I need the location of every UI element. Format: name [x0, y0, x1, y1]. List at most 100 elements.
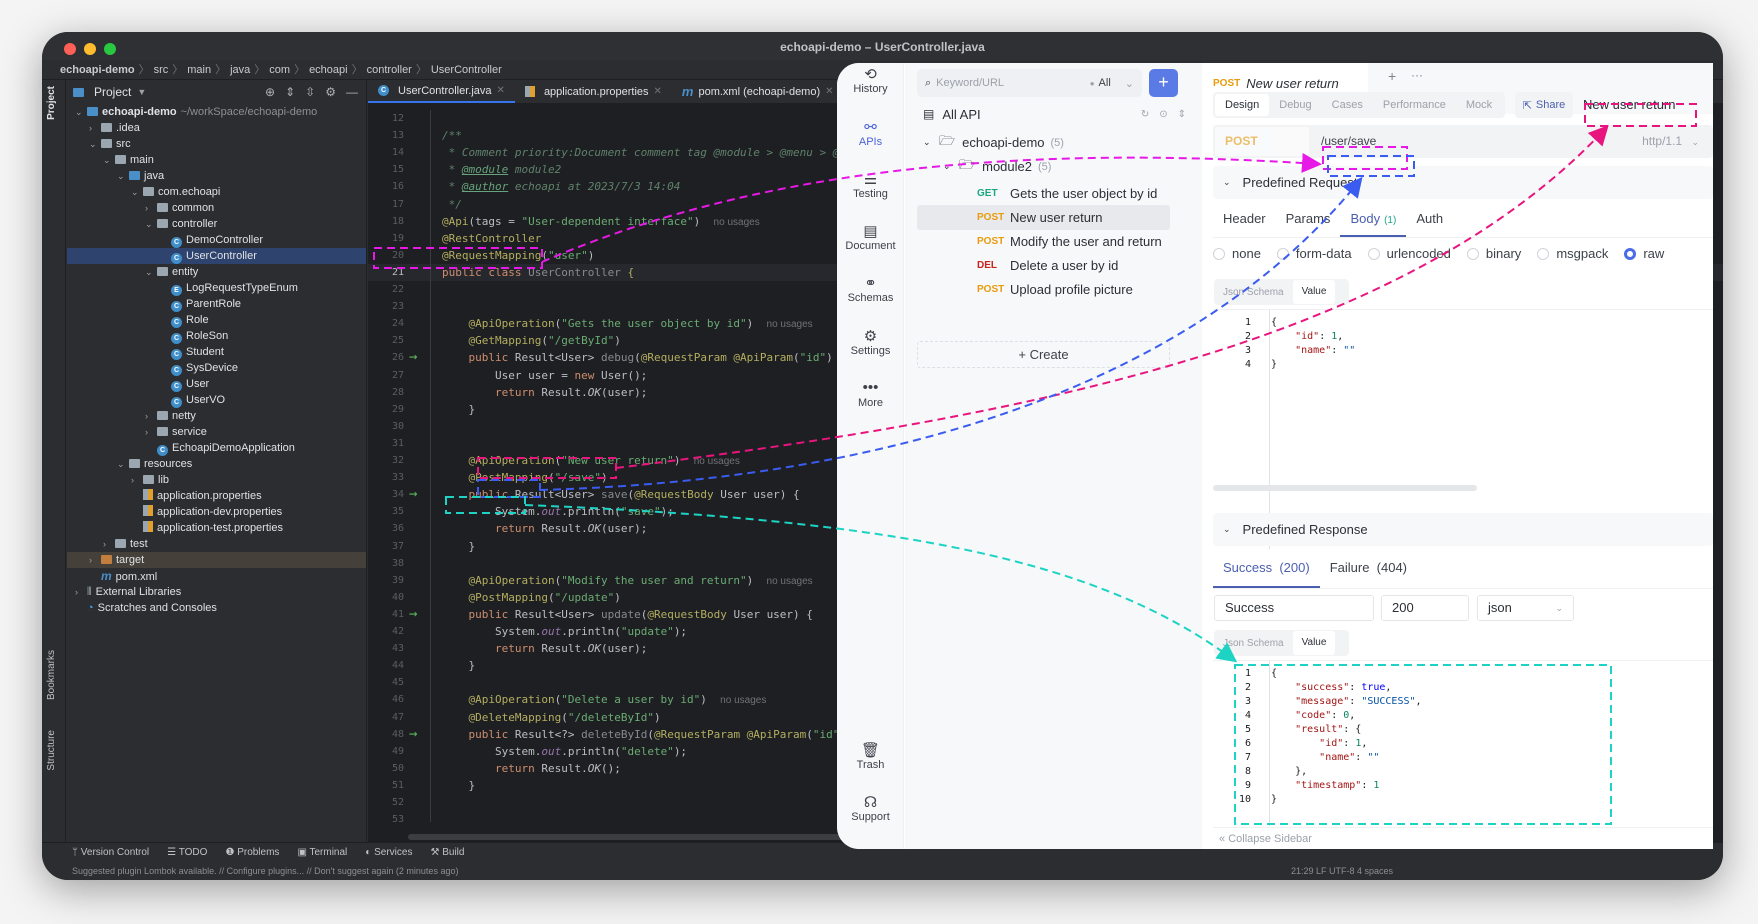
chevron-down-icon[interactable]: ▼ [137, 87, 146, 97]
project-tree-item[interactable]: C Student [67, 344, 366, 360]
chevron-down-icon[interactable]: ⌄ [131, 184, 143, 200]
project-tree-item[interactable]: ◔ Scratches and Consoles [67, 600, 366, 616]
minimize-window-button[interactable] [84, 43, 96, 55]
rail-item-trash[interactable]: 🗑 Trash [837, 741, 904, 771]
chevron-down-icon[interactable]: ⌄ [117, 168, 129, 184]
rail-item-support[interactable]: ☊ Support [837, 793, 904, 823]
project-tree-item[interactable]: C Role [67, 312, 366, 328]
filter-select[interactable]: ● All ⌄ [1090, 77, 1142, 90]
project-tree-item[interactable]: ⌄ echoapi-demo ~/workSpace/echoapi-demo [67, 104, 366, 120]
value-toggle[interactable]: Value [1292, 631, 1336, 655]
locate-icon[interactable]: ⊕ [265, 85, 275, 99]
run-gutter-arrow-icon[interactable]: → [409, 486, 417, 503]
search-input[interactable]: ⌕ Keyword/URL ● All ⌄ [917, 69, 1142, 97]
body-type-binary[interactable]: binary [1466, 246, 1521, 261]
rail-item-more[interactable]: ••• More [837, 379, 904, 409]
request-tab-auth[interactable]: Auth [1406, 204, 1453, 237]
project-tree-item[interactable]: C SysDevice [67, 360, 366, 376]
tool-window-button[interactable]: ᛘ Version Control [72, 847, 149, 858]
collapse-all-icon[interactable]: ⇳ [305, 85, 315, 99]
response-format-select[interactable]: json ⌄ [1477, 595, 1574, 621]
radio-button[interactable] [1276, 247, 1289, 260]
project-tree-item[interactable]: ⌄ main [67, 152, 366, 168]
chevron-down-icon[interactable]: ⌄ [75, 104, 87, 120]
body-type-msgpack[interactable]: msgpack [1537, 246, 1608, 261]
close-tab-icon[interactable]: ✕ [654, 86, 662, 97]
close-tab-icon[interactable]: ✕ [497, 85, 505, 96]
breadcrumb-item[interactable]: controller [367, 64, 412, 76]
json-schema-toggle[interactable]: Json Schema [1214, 638, 1293, 649]
sort-icon[interactable]: ⇕ [1178, 109, 1186, 120]
mode-tab-performance[interactable]: Performance [1373, 94, 1456, 116]
project-tree-item[interactable]: application-test.properties [67, 520, 366, 536]
project-tree-item[interactable]: ⌄ com.echoapi [67, 184, 366, 200]
request-editor-scrollbar[interactable] [1213, 485, 1477, 491]
rail-item-history[interactable]: ⟲ History [837, 65, 904, 95]
body-type-raw[interactable]: raw [1624, 246, 1664, 261]
project-tree-item[interactable]: › .idea [67, 120, 366, 136]
radio-button[interactable] [1466, 247, 1479, 260]
api-list-item[interactable]: POST Upload profile picture [917, 277, 1170, 302]
bookmarks-tool-button[interactable]: Bookmarks [46, 650, 57, 700]
radio-button[interactable] [1537, 247, 1550, 260]
chevron-right-icon[interactable]: › [89, 552, 101, 568]
request-tab-body[interactable]: Body (1) [1340, 204, 1407, 237]
project-tree-item[interactable]: C UserVO [67, 392, 366, 408]
project-tree-item[interactable]: C User [67, 376, 366, 392]
status-message[interactable]: Suggested plugin Lombok available. // Co… [72, 866, 458, 876]
refresh-icon[interactable]: ↻ [1141, 109, 1149, 120]
api-list-item[interactable]: POST New user return [917, 205, 1170, 230]
chevron-right-icon[interactable]: › [103, 536, 115, 552]
all-api-header[interactable]: ▤ All API ↻ ⊙ ⇕ [923, 103, 1192, 125]
project-tree-item[interactable]: E LogRequestTypeEnum [67, 280, 366, 296]
response-status-input[interactable]: 200 [1381, 595, 1469, 621]
project-tree-item[interactable]: ⌄ controller [67, 216, 366, 232]
expand-all-icon[interactable]: ⇕ [285, 85, 295, 99]
chevron-right-icon[interactable]: › [145, 424, 157, 440]
project-tree-item[interactable]: C UserController [67, 248, 366, 264]
project-tree-item[interactable]: ⌄ java [67, 168, 366, 184]
project-tool-button[interactable]: Project [46, 86, 57, 120]
share-button[interactable]: ⇱ Share [1515, 92, 1573, 118]
body-type-form-data[interactable]: form-data [1276, 246, 1352, 261]
locate-icon[interactable]: ⊙ [1159, 109, 1167, 120]
structure-tool-button[interactable]: Structure [46, 730, 57, 771]
project-tree-item[interactable]: C DemoController [67, 232, 366, 248]
maximize-window-button[interactable] [104, 43, 116, 55]
predefined-request-header[interactable]: ⌄ Predefined Request [1213, 166, 1713, 199]
api-list-item[interactable]: GET Gets the user object by id [917, 181, 1170, 206]
breadcrumb-item[interactable]: echoapi [309, 64, 348, 76]
protocol-select[interactable]: http/1.1 ⌄ [1642, 125, 1699, 159]
project-tree-item[interactable]: C ParentRole [67, 296, 366, 312]
add-api-button[interactable]: + [1149, 69, 1178, 97]
api-list-item[interactable]: DEL Delete a user by id [917, 253, 1170, 278]
mode-tab-cases[interactable]: Cases [1322, 94, 1373, 116]
more-tabs-button[interactable]: ··· [1411, 68, 1423, 82]
predefined-response-header[interactable]: ⌄ Predefined Response [1213, 513, 1713, 546]
tool-window-button[interactable]: ☰ TODO [167, 847, 207, 858]
response-tab[interactable]: Failure (404) [1320, 551, 1417, 588]
project-tree-item[interactable]: application-dev.properties [67, 504, 366, 520]
project-tree-item[interactable]: › target [67, 552, 366, 568]
body-type-urlencoded[interactable]: urlencoded [1367, 246, 1451, 261]
run-gutter-arrow-icon[interactable]: → [409, 606, 417, 623]
response-name-input[interactable]: Success [1214, 595, 1374, 621]
project-tree-item[interactable]: › netty [67, 408, 366, 424]
request-tab-header[interactable]: Header [1213, 204, 1276, 237]
tool-window-button[interactable]: ▣ Terminal [297, 847, 347, 858]
breadcrumb-item[interactable]: main [187, 64, 211, 76]
method-select[interactable]: POST [1215, 127, 1309, 156]
project-tree-item[interactable]: ⌄ src [67, 136, 366, 152]
project-tree-item[interactable]: › lib [67, 472, 366, 488]
chevron-down-icon[interactable]: ⌄ [145, 264, 157, 280]
chevron-down-icon[interactable]: ⌄ [145, 216, 157, 232]
project-tree-item[interactable]: › ⫴ External Libraries [67, 584, 366, 600]
project-tree-item[interactable]: application.properties [67, 488, 366, 504]
mode-tab-debug[interactable]: Debug [1269, 94, 1321, 116]
request-tab-params[interactable]: Params [1276, 204, 1341, 237]
new-tab-button[interactable]: + [1388, 68, 1396, 84]
radio-button[interactable] [1624, 247, 1637, 260]
close-window-button[interactable] [64, 43, 76, 55]
rail-item-testing[interactable]: ⚌ Testing [837, 170, 904, 200]
chevron-down-icon[interactable]: ⌄ [117, 456, 129, 472]
